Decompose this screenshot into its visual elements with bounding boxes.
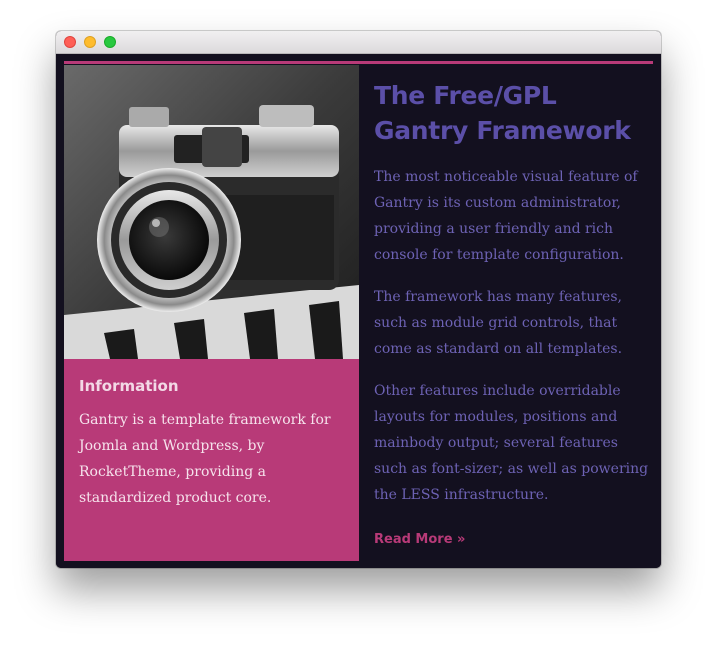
accent-divider [64,61,653,64]
page-title: The Free/GPL Gantry Framework [374,81,631,145]
information-title: Information [79,377,179,395]
browser-window: Information Gantry is a template framewo… [56,31,661,568]
read-more-link[interactable]: Read More » [374,532,465,547]
paragraph-1: The most noticeable visual feature of Ga… [374,169,638,263]
zoom-window-button[interactable] [104,36,116,48]
close-window-button[interactable] [64,36,76,48]
paragraph-3: Other features include overridable layou… [374,383,649,503]
paragraph-2: The framework has many features, such as… [374,289,623,357]
main-article: The Free/GPL Gantry Framework The most n… [374,78,652,547]
window-titlebar [56,31,661,54]
page-content: Information Gantry is a template framewo… [56,54,661,568]
camera-photo [64,65,359,359]
minimize-window-button[interactable] [84,36,96,48]
information-box: Information Gantry is a template framewo… [64,359,359,561]
information-text: Gantry is a template framework for Jooml… [79,412,331,506]
